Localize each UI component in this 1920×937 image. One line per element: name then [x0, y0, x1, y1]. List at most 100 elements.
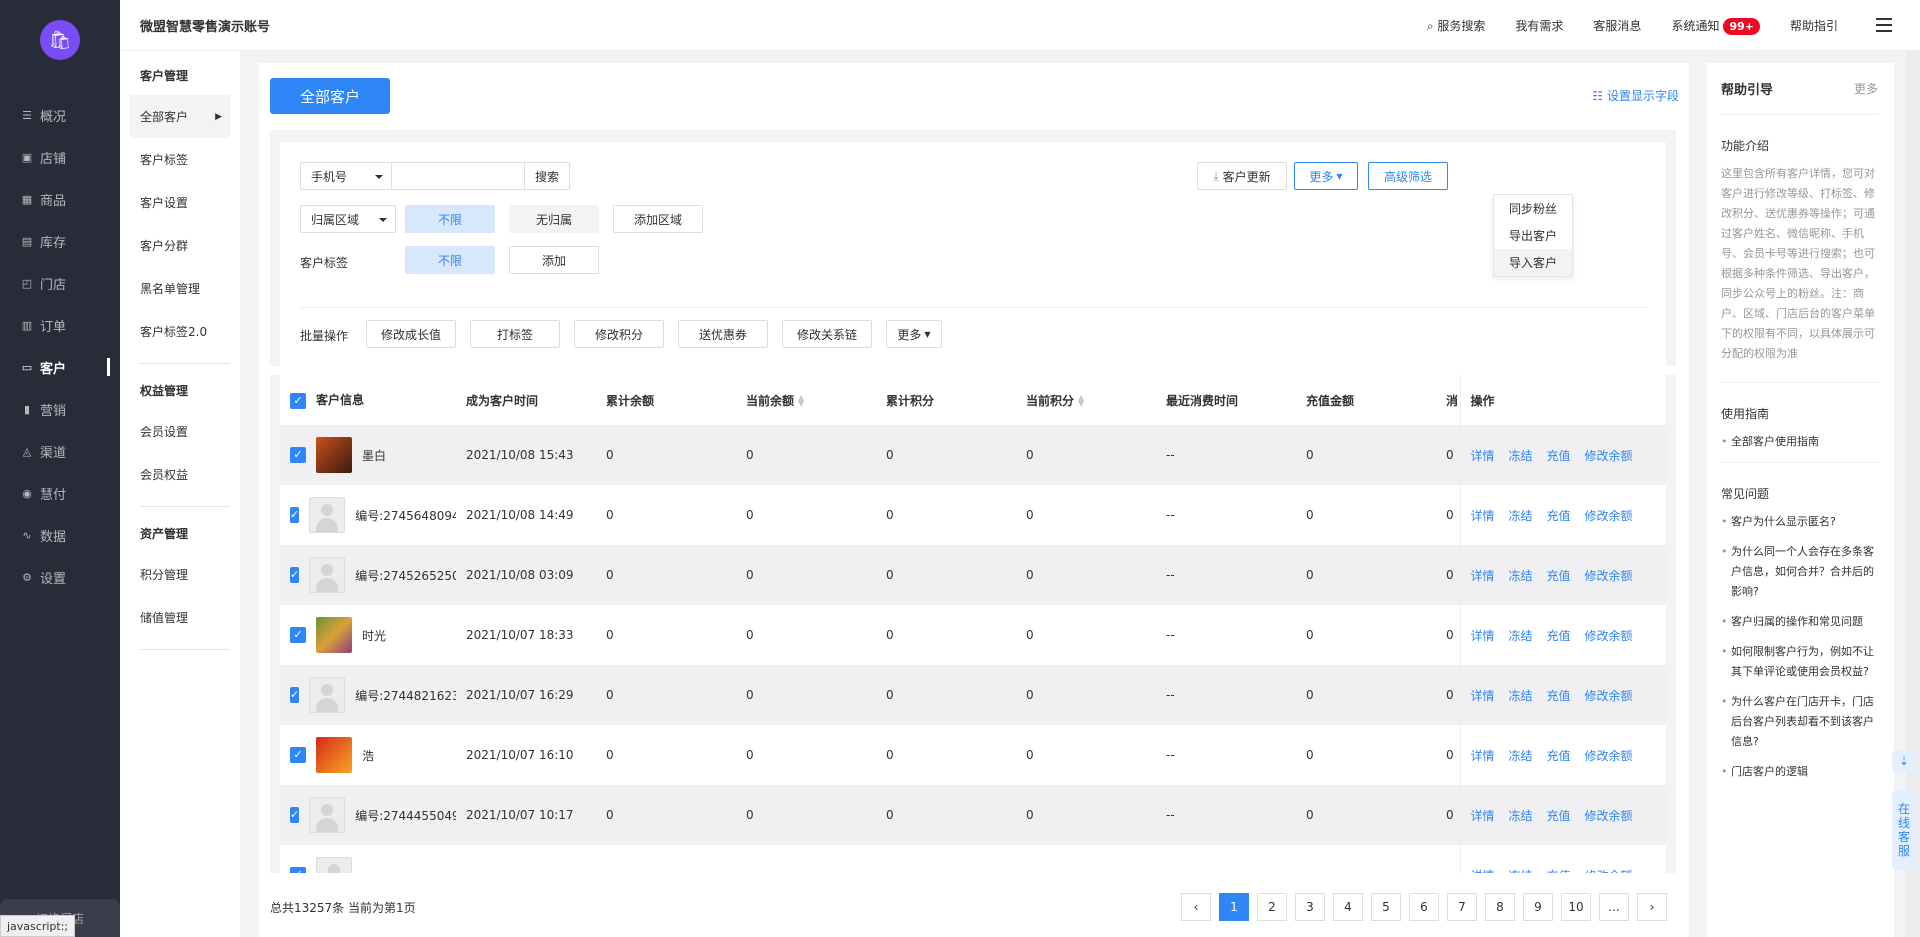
customer-name[interactable]: 编号:2745265250: [355, 567, 456, 584]
avatar[interactable]: [316, 737, 352, 773]
page-button[interactable]: 9: [1523, 893, 1553, 921]
page-button[interactable]: 10: [1561, 893, 1591, 921]
row-action-link[interactable]: 修改余额: [1585, 809, 1633, 823]
download-float-button[interactable]: ⇣: [1892, 750, 1916, 772]
more-dropdown-item[interactable]: 导出客户: [1494, 222, 1572, 249]
region-unlimited-option[interactable]: 不限: [405, 205, 495, 233]
faq-link[interactable]: 为什么客户在门店开卡，门店后台客户列表却看不到该客户信息?: [1721, 692, 1878, 752]
row-action-link[interactable]: 冻结: [1509, 749, 1533, 763]
customer-name[interactable]: 编号:2744455049: [355, 807, 456, 824]
faq-link[interactable]: 客户为什么显示匿名?: [1721, 512, 1878, 532]
nav-item[interactable]: ◬ 渠道: [0, 430, 120, 472]
row-action-link[interactable]: 冻结: [1509, 809, 1533, 823]
subnav-item[interactable]: 客户设置: [120, 181, 240, 224]
customer-name[interactable]: 编号:2744821623: [355, 687, 456, 704]
row-checkbox[interactable]: ✓: [290, 627, 306, 643]
nav-item[interactable]: ☰ 概况: [0, 94, 120, 136]
faq-link[interactable]: 为什么同一个人会存在多条客户信息，如何合并？合并后的影响?: [1721, 542, 1878, 602]
row-action-link[interactable]: 充值: [1547, 809, 1571, 823]
row-checkbox[interactable]: ✓: [290, 687, 300, 703]
nav-item[interactable]: ▥ 订单: [0, 304, 120, 346]
row-action-link[interactable]: 修改余额: [1585, 749, 1633, 763]
help-more-link[interactable]: 更多: [1854, 80, 1878, 97]
row-action-link[interactable]: 详情: [1471, 629, 1495, 643]
faq-link[interactable]: 客户归属的操作和常见问题: [1721, 612, 1878, 632]
nav-item[interactable]: ◉ 慧付: [0, 472, 120, 514]
service-message-link[interactable]: 客服消息: [1593, 17, 1641, 34]
row-action-link[interactable]: 详情: [1471, 749, 1495, 763]
row-action-link[interactable]: 详情: [1471, 689, 1495, 703]
batch-tag-button[interactable]: 打标签: [470, 320, 560, 348]
customer-name[interactable]: 浩: [362, 747, 374, 764]
row-action-link[interactable]: 冻结: [1509, 869, 1533, 874]
page-button[interactable]: ...: [1599, 893, 1629, 921]
help-guide-link[interactable]: 帮助指引: [1790, 17, 1838, 34]
avatar[interactable]: [316, 437, 352, 473]
phone-type-select[interactable]: 手机号: [300, 162, 392, 190]
region-select[interactable]: 归属区域: [300, 205, 396, 233]
nav-item[interactable]: ⚙ 设置: [0, 556, 120, 598]
sort-icon[interactable]: ▲ ▼: [798, 394, 804, 408]
batch-growth-button[interactable]: 修改成长值: [366, 320, 456, 348]
subnav-item[interactable]: 客户标签2.0: [120, 310, 240, 353]
avatar[interactable]: [309, 497, 346, 533]
row-action-link[interactable]: 冻结: [1509, 569, 1533, 583]
customer-name[interactable]: 时光: [362, 627, 386, 644]
customer-update-button[interactable]: ⤓ 客户更新: [1197, 162, 1287, 190]
row-action-link[interactable]: 详情: [1471, 869, 1495, 874]
subnav-item[interactable]: 储值管理: [120, 596, 240, 639]
page-button[interactable]: 5: [1371, 893, 1401, 921]
row-action-link[interactable]: 详情: [1471, 449, 1495, 463]
row-checkbox[interactable]: ✓: [290, 867, 306, 873]
row-action-link[interactable]: 详情: [1471, 509, 1495, 523]
row-action-link[interactable]: 详情: [1471, 809, 1495, 823]
subnav-item[interactable]: 会员设置: [120, 410, 240, 453]
avatar[interactable]: [309, 677, 346, 713]
sort-icon[interactable]: ▲ ▼: [1078, 394, 1084, 408]
nav-item[interactable]: ∿ 数据: [0, 514, 120, 556]
row-action-link[interactable]: 充值: [1547, 869, 1571, 874]
page-button[interactable]: 6: [1409, 893, 1439, 921]
page-button[interactable]: ›: [1637, 893, 1667, 921]
all-customers-button[interactable]: 全部客户: [270, 78, 390, 114]
page-button[interactable]: 3: [1295, 893, 1325, 921]
row-checkbox[interactable]: ✓: [290, 507, 300, 523]
more-button[interactable]: 更多 ▼: [1294, 162, 1358, 190]
search-button[interactable]: 搜索: [524, 162, 570, 190]
row-action-link[interactable]: 修改余额: [1585, 689, 1633, 703]
service-search-link[interactable]: ⌕ 服务搜索: [1427, 17, 1486, 34]
online-service-float-button[interactable]: 在线客服: [1892, 790, 1916, 870]
row-action-link[interactable]: 充值: [1547, 689, 1571, 703]
row-checkbox[interactable]: ✓: [290, 747, 306, 763]
page-button[interactable]: 7: [1447, 893, 1477, 921]
row-action-link[interactable]: 冻结: [1509, 689, 1533, 703]
nav-item[interactable]: ▤ 库存: [0, 220, 120, 262]
search-input[interactable]: [391, 162, 525, 190]
row-action-link[interactable]: 冻结: [1509, 509, 1533, 523]
faq-link[interactable]: 如何限制客户行为，例如不让其下单评论或使用会员权益?: [1721, 642, 1878, 682]
batch-more-button[interactable]: 更多 ▼: [886, 320, 942, 348]
row-action-link[interactable]: 充值: [1547, 569, 1571, 583]
subnav-item[interactable]: 客户分群: [120, 224, 240, 267]
row-action-link[interactable]: 冻结: [1509, 449, 1533, 463]
add-region-button[interactable]: 添加区域: [613, 205, 703, 233]
avatar[interactable]: [309, 797, 346, 833]
subnav-item[interactable]: 全部客户 ▶: [130, 95, 230, 138]
more-dropdown-item[interactable]: 导入客户: [1494, 249, 1572, 276]
batch-relation-button[interactable]: 修改关系链: [782, 320, 872, 348]
row-action-link[interactable]: 修改余额: [1585, 449, 1633, 463]
more-dropdown-item[interactable]: 同步粉丝: [1494, 195, 1572, 222]
hamburger-menu-icon[interactable]: [1876, 18, 1892, 32]
page-button[interactable]: 4: [1333, 893, 1363, 921]
nav-item[interactable]: ▭ 客户: [0, 346, 120, 388]
set-display-fields-link[interactable]: ☷ 设置显示字段: [1592, 87, 1679, 104]
batch-points-button[interactable]: 修改积分: [574, 320, 664, 348]
row-action-link[interactable]: 修改余额: [1585, 869, 1633, 874]
subnav-item[interactable]: 客户标签: [120, 138, 240, 181]
avatar[interactable]: [316, 857, 352, 873]
customer-name[interactable]: 编号:2745648094: [355, 507, 456, 524]
row-checkbox[interactable]: ✓: [290, 567, 300, 583]
faq-link[interactable]: 门店客户的逻辑: [1721, 762, 1878, 782]
avatar[interactable]: [316, 617, 352, 653]
avatar[interactable]: [309, 557, 346, 593]
